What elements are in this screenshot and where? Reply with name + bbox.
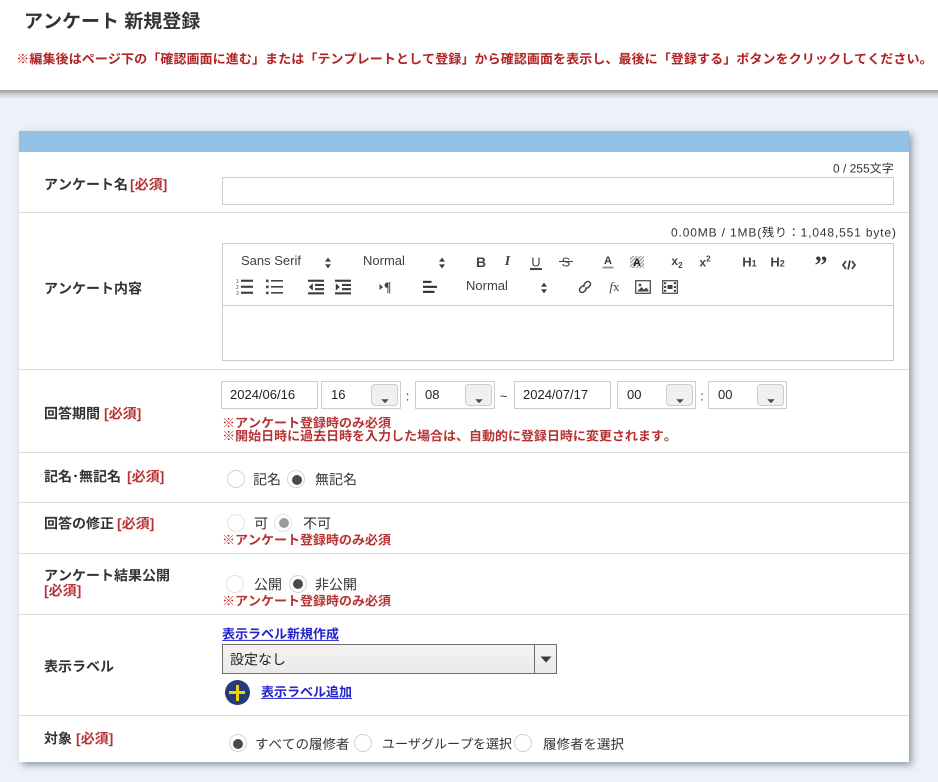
svg-text:A: A	[633, 257, 641, 269]
svg-text:¶: ¶	[384, 279, 391, 294]
svg-text:A: A	[604, 255, 612, 267]
svg-text:3: 3	[236, 291, 239, 296]
